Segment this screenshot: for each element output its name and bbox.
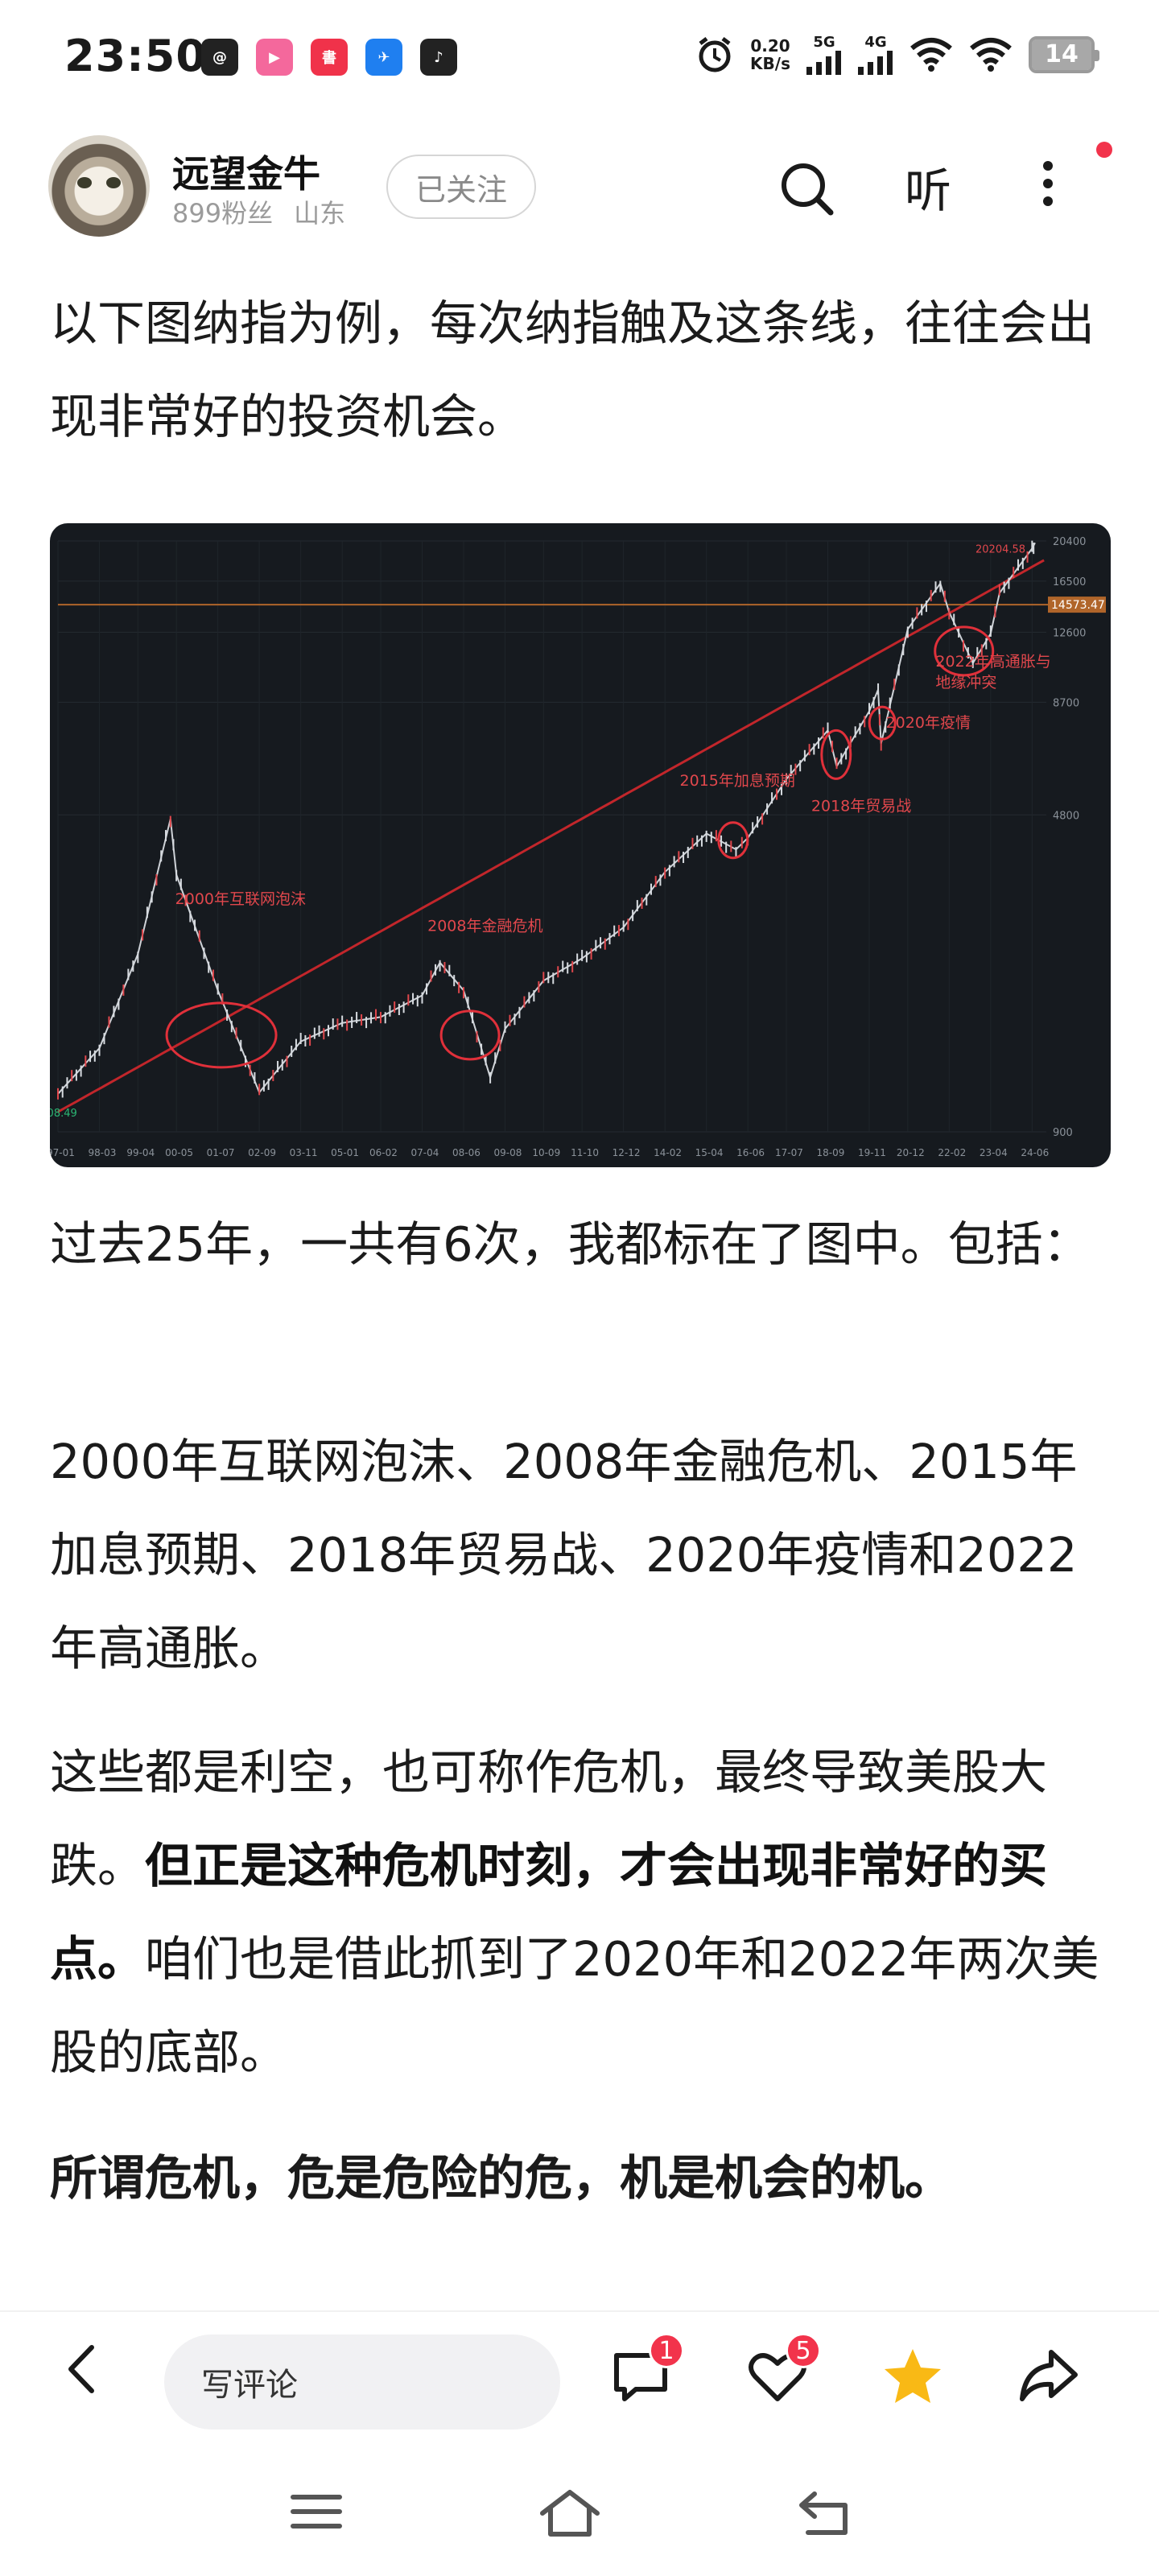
more-menu-button[interactable] xyxy=(1043,153,1053,214)
x-tick-label: 99-04 xyxy=(126,1147,155,1158)
annotation-circle xyxy=(165,1001,278,1069)
author-meta: 899粉丝 山东 xyxy=(172,193,345,230)
chart-svg: 97-01 98-03 99-04 00-05 01-07 02-09 03-11 05-01… xyxy=(50,536,1106,1158)
signal-4g: 4G xyxy=(858,34,893,75)
x-tick-label: 03-11 xyxy=(290,1147,318,1158)
feishu-icon: ✈ xyxy=(365,39,402,76)
clock: 23:50 xyxy=(64,31,207,81)
annotation-label: 2008年金融危机 xyxy=(427,917,542,935)
x-tick-label: 17-07 xyxy=(775,1147,803,1158)
bilibili-icon: ▶ xyxy=(256,39,293,76)
x-tick-label: 10-09 xyxy=(532,1147,560,1158)
author-location: 山东 xyxy=(294,198,346,229)
search-icon[interactable] xyxy=(776,158,837,219)
nasdaq-chart: 97-01 98-03 99-04 00-05 01-07 02-09 03-11 05-01… xyxy=(50,523,1111,1167)
annotation-label: 地缘冲突 xyxy=(935,674,996,691)
follow-button[interactable]: 已关注 xyxy=(386,155,536,219)
system-nav-bar xyxy=(0,2439,1159,2576)
y-tick-label: 900 xyxy=(1053,1127,1073,1139)
x-tick-label: 23-04 xyxy=(980,1147,1008,1158)
wifi-icon xyxy=(910,37,952,72)
annotation-circle xyxy=(439,1009,501,1061)
x-tick-label: 09-08 xyxy=(494,1147,522,1158)
alarm-icon xyxy=(699,36,731,72)
like-count-badge: 5 xyxy=(786,2333,821,2368)
x-tick-label: 08-06 xyxy=(452,1147,481,1158)
article-paragraph-1: 以下图纳指为例，每次纳指触及这条线，往往会出现非常好的投资机会。 xyxy=(50,295,1095,444)
x-tick-label: 22-02 xyxy=(938,1147,966,1158)
share-icon xyxy=(1020,2350,1078,2401)
article-paragraph-3: 2000年互联网泡沫、2008年金融危机、2015年加息预期、2018年贸易战、… xyxy=(50,1434,1078,1676)
horizontal-level-label: 14573.47 xyxy=(1051,599,1105,612)
x-tick-label: 24-06 xyxy=(1021,1147,1049,1158)
signal-5g: 5G xyxy=(806,34,842,75)
y-tick-label: 8700 xyxy=(1053,697,1079,709)
favorite-button[interactable] xyxy=(881,2344,945,2409)
xiaohongshu-icon: 書 xyxy=(311,39,348,76)
y-tick-label: 16500 xyxy=(1053,576,1086,588)
x-tick-label: 20-12 xyxy=(897,1147,925,1158)
share-button[interactable] xyxy=(1016,2344,1080,2409)
status-bar: 23:50 @ ▶ 書 ✈ ♪ 0.20 KB/s 5G 4G 14 xyxy=(0,0,1159,121)
annotation-label: 2020年疫情 xyxy=(886,714,971,732)
x-tick-label: 11-10 xyxy=(571,1147,599,1158)
comment-input[interactable]: 写评论 xyxy=(164,2334,560,2429)
x-tick-label: 18-09 xyxy=(817,1147,845,1158)
x-tick-label: 00-05 xyxy=(165,1147,193,1158)
notification-dot xyxy=(1096,142,1112,158)
wifi-icon xyxy=(970,37,1012,72)
signal-bars-icon xyxy=(806,51,841,75)
comment-count-badge: 1 xyxy=(649,2333,684,2368)
author-name[interactable]: 远望金牛 xyxy=(172,145,320,198)
annotation-label: 2015年加息预期 xyxy=(680,772,795,790)
article-paragraph-2: 过去25年，一共有6次，我都标在了图中。包括： xyxy=(50,1216,1091,1272)
x-tick-label: 05-01 xyxy=(331,1147,359,1158)
author-header: 远望金牛 899粉丝 山东 已关注 听 xyxy=(0,129,1159,242)
x-tick-label: 01-07 xyxy=(207,1147,235,1158)
home-icon[interactable] xyxy=(538,2487,602,2539)
like-button[interactable]: 5 xyxy=(745,2333,821,2409)
article-paragraph-4: 这些都是利空，也可称作危机，最终导致美股大跌。但正是这种危机时刻，才会出现非常好… xyxy=(50,1744,1099,2080)
net-speed: 0.20 KB/s xyxy=(750,35,790,73)
tiktok-icon: ♪ xyxy=(420,39,457,76)
signal-bars-icon xyxy=(858,51,893,75)
back-arrow-icon[interactable] xyxy=(56,2343,109,2396)
y-tick-label: 12600 xyxy=(1053,627,1086,639)
notification-icons: @ ▶ 書 ✈ ♪ xyxy=(201,39,457,76)
x-tick-label: 12-12 xyxy=(612,1147,641,1158)
article-paragraph-5: 所谓危机，危是危险的危，机是机会的机。 xyxy=(50,2150,953,2206)
aliwangwang-icon: @ xyxy=(201,39,238,76)
menu-icon[interactable] xyxy=(290,2487,343,2536)
low-label: 1108.49 xyxy=(50,1108,77,1120)
follower-count: 899粉丝 xyxy=(172,198,274,229)
bottom-action-bar: 写评论 1 5 xyxy=(0,2310,1159,2439)
x-tick-label: 02-09 xyxy=(248,1147,276,1158)
y-tick-label: 20400 xyxy=(1053,536,1086,548)
trend-curve xyxy=(57,559,1045,1113)
annotation-circle xyxy=(717,821,749,860)
x-tick-label: 14-02 xyxy=(654,1147,682,1158)
avatar[interactable] xyxy=(48,135,150,237)
annotation-label: 2022年高通胀与 xyxy=(935,653,1050,671)
x-tick-label: 15-04 xyxy=(695,1147,724,1158)
comments-button[interactable]: 1 xyxy=(608,2333,684,2409)
listen-button[interactable]: 听 xyxy=(905,153,951,221)
star-icon xyxy=(885,2349,941,2403)
peak-label: 20204.58 xyxy=(975,543,1025,555)
annotation-label: 2018年贸易战 xyxy=(811,797,911,815)
battery-indicator: 14 xyxy=(1029,35,1099,73)
back-icon[interactable] xyxy=(797,2487,853,2539)
nasdaq-price-series xyxy=(57,542,1036,1095)
x-tick-label: 07-04 xyxy=(410,1147,439,1158)
x-tick-label: 19-11 xyxy=(858,1147,886,1158)
y-tick-label: 4800 xyxy=(1053,810,1079,822)
x-tick-label: 06-02 xyxy=(369,1147,398,1158)
annotation-label: 2000年互联网泡沫 xyxy=(175,890,306,908)
x-tick-label: 98-03 xyxy=(89,1147,117,1158)
x-tick-label: 97-01 xyxy=(50,1147,75,1158)
x-tick-label: 16-06 xyxy=(736,1147,765,1158)
